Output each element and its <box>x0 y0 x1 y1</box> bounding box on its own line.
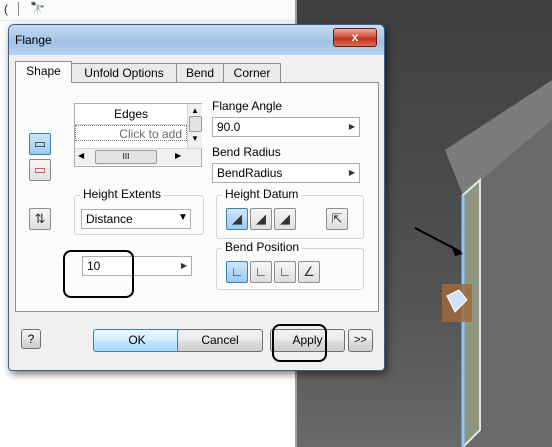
distance-callout <box>63 250 134 298</box>
tab-unfold-options[interactable]: Unfold Options <box>71 63 177 82</box>
flange-dialog: Flange x Shape Unfold Options Bend Corne… <box>8 24 385 371</box>
scroll-thumb[interactable] <box>189 116 202 132</box>
edge-select-button[interactable]: ▭ <box>29 133 51 155</box>
hscroll-thumb[interactable]: III <box>95 150 157 164</box>
find-icon[interactable]: 🔭 <box>30 1 45 15</box>
flip-direction-button[interactable]: ⇅ <box>29 208 51 230</box>
flange-angle-label: Flange Angle <box>212 99 283 113</box>
edges-vscrollbar[interactable]: ▲ ▼ <box>187 104 202 148</box>
bend-outside-icon: ∟ <box>254 264 268 279</box>
tab-shape[interactable]: Shape <box>15 61 72 83</box>
toolbar-separator <box>18 2 19 16</box>
datum-intersection-icon: ◢ <box>232 211 242 226</box>
apply-callout <box>272 324 327 362</box>
bend-inside-icon: ∟ <box>230 264 244 279</box>
bend-tangent-icon: ∠ <box>303 264 315 279</box>
dialog-title: Flange <box>15 33 52 47</box>
height-datum-label: Height Datum <box>222 187 302 201</box>
bend-tangent-button[interactable]: ∠ <box>298 261 320 283</box>
edges-click-to-add[interactable]: Click to add <box>75 125 187 141</box>
datum-tangent-icon: ◢ <box>280 211 290 226</box>
datum-parallel-button[interactable]: ◢ <box>250 208 272 230</box>
datum-tangent-button[interactable]: ◢ <box>274 208 296 230</box>
bend-position-label: Bend Position <box>222 240 303 254</box>
more-button[interactable]: >> <box>348 329 373 352</box>
scroll-down-icon[interactable]: ▼ <box>191 134 199 143</box>
scroll-left-icon[interactable]: ◀ <box>78 151 84 160</box>
datum-intersection-button[interactable]: ◢ <box>226 208 248 230</box>
tab-bend[interactable]: Bend <box>176 63 224 82</box>
flange-angle-arrow-icon[interactable]: ▶ <box>346 118 358 136</box>
distance-arrow-icon[interactable]: ▶ <box>178 257 190 275</box>
scroll-up-icon[interactable]: ▲ <box>191 106 199 115</box>
help-button[interactable]: ? <box>21 329 41 349</box>
bend-outside-button[interactable]: ∟ <box>250 261 272 283</box>
loop-select-button[interactable]: ▭ <box>29 159 51 181</box>
edges-hscrollbar[interactable]: ◀ III ▶ <box>75 148 201 165</box>
datum-parallel-icon: ◢ <box>256 211 266 226</box>
app-toolbar-text: ( <box>4 2 8 16</box>
bend-from-face-button[interactable]: ∟ <box>274 261 296 283</box>
scroll-right-icon[interactable]: ▶ <box>175 151 181 160</box>
bend-radius-arrow-icon[interactable]: ▶ <box>346 164 358 182</box>
datum-align-icon: ⇱ <box>331 211 343 226</box>
height-extents-label: Height Extents <box>80 187 165 201</box>
dialog-titlebar[interactable] <box>9 25 384 55</box>
edges-list[interactable]: Edges Click to add ▲ ▼ ◀ III ▶ <box>74 103 202 167</box>
loop-select-icon: ▭ <box>33 162 47 177</box>
pointer-arrow-head <box>451 245 463 256</box>
dialog-body: Shape Unfold Options Bend Corner Edges C… <box>15 61 379 363</box>
bend-radius-label: Bend Radius <box>212 145 281 159</box>
cancel-button[interactable]: Cancel <box>177 329 263 352</box>
flange-angle-field[interactable]: 90.0 <box>212 117 360 137</box>
datum-align-button[interactable]: ⇱ <box>326 208 348 230</box>
bend-radius-field[interactable]: BendRadius <box>212 163 360 183</box>
height-extents-select[interactable]: Distance <box>81 209 191 229</box>
bend-inside-button[interactable]: ∟ <box>226 261 248 283</box>
flip-direction-icon: ⇅ <box>34 211 46 226</box>
edges-header: Edges <box>75 104 187 125</box>
tab-corner[interactable]: Corner <box>223 63 281 82</box>
bend-from-face-icon: ∟ <box>278 264 292 279</box>
ok-button[interactable]: OK <box>93 329 181 352</box>
edge-select-icon: ▭ <box>33 136 47 151</box>
chevron-down-icon[interactable]: ▼ <box>178 212 188 223</box>
close-button[interactable]: x <box>333 28 377 47</box>
